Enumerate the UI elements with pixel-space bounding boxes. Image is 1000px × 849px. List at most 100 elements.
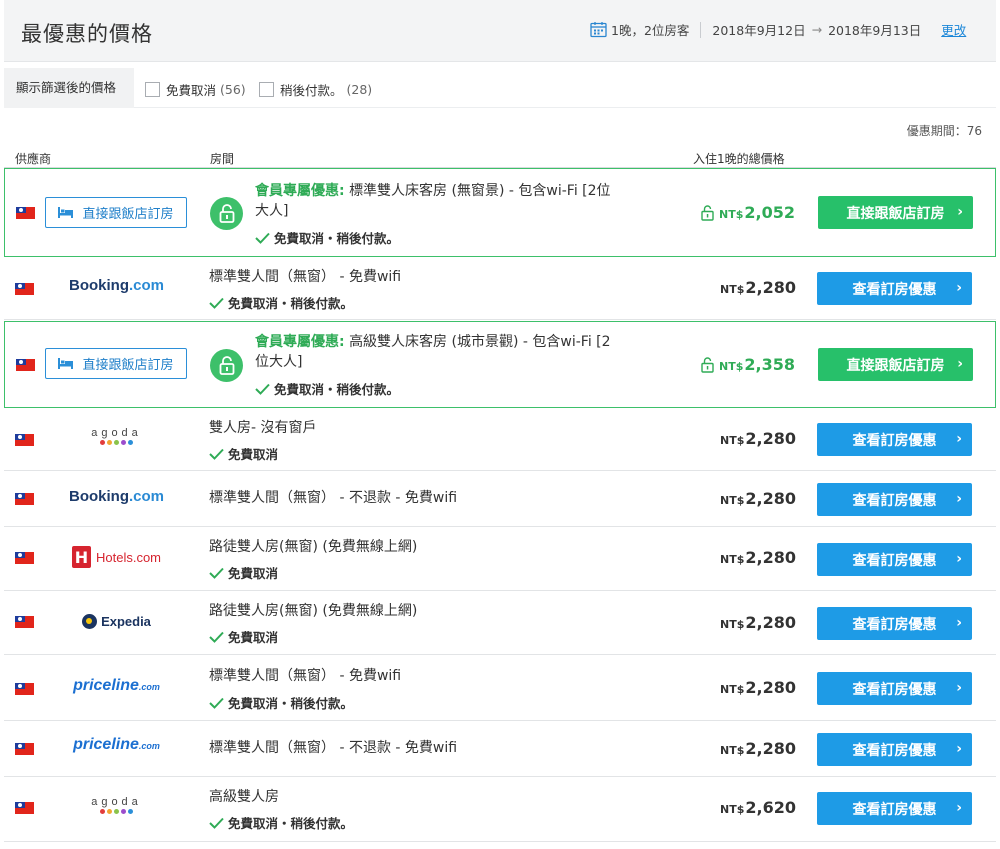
offer-price: NT$ 2,280 [720,678,796,697]
offer-row: Booking.com 標準雙人間（無窗） - 不退款 - 免費wifi NT$… [4,472,996,527]
offer-row: agoda 高級雙人房 免費取消・稍後付款。 NT$ 2,620 查看訂房優惠 › [4,778,996,842]
room-description: 路徒雙人房(無窗) (免費無線上網) [209,603,418,619]
view-deal-button[interactable]: 查看訂房優惠 › [817,272,972,305]
deal-period-note: 優惠期間：76 [906,124,982,138]
offer-row-featured: 直接跟飯店訂房 會員專屬優惠: 標準雙人床客房 (無窗景) - 包含wi-Fi … [4,168,996,257]
offer-row-featured: 直接跟飯店訂房 會員專屬優惠: 高級雙人床客房 (城市景觀) - 包含wi-Fi… [4,321,996,408]
column-header-provider: 供應商 [15,152,52,166]
offer-row: H Hotels.com 路徒雙人房(無窗) (免費無線上網) 免費取消 NT$ 2… [4,528,996,591]
room-description: 高級雙人房 [209,789,279,805]
room-perks: 免費取消 [209,444,278,463]
offer-row: agoda 雙人房- 沒有窗戶 免費取消 NT$ 2,280 查看訂房優惠 › [4,409,996,471]
member-deal-label: 會員專屬優惠: [255,183,345,199]
room-description: 會員專屬優惠: 高級雙人床客房 (城市景觀) - 包含wi-Fi [2 位大人] [255,334,611,370]
column-header-room: 房間 [210,152,235,166]
offer-row: Booking.com 標準雙人間（無窗） - 免費wifi 免費取消・稍後付款… [4,258,996,320]
view-deal-button[interactable]: 查看訂房優惠 › [817,733,972,766]
taiwan-flag-icon [16,207,35,219]
offer-row: Expedia 路徒雙人房(無窗) (免費無線上網) 免費取消 NT$ 2,280… [4,592,996,655]
book-direct-button[interactable]: 直接跟飯店訂房 › [818,196,973,229]
filter-label: 顯示篩選後的價格 [4,68,134,108]
free-cancel-checkbox[interactable] [145,82,160,97]
view-deal-button[interactable]: 查看訂房優惠 › [817,672,972,705]
bed-icon [58,358,74,369]
checkin-date: 2018年9月12日 [712,23,806,38]
free-cancel-count: (56) [220,82,246,97]
change-dates-link[interactable]: 更改 [941,20,966,39]
offer-row: priceline.com 標準雙人間（無窗） - 免費wifi 免費取消・稍後… [4,656,996,721]
booking-logo: Booking.com [68,277,164,294]
offer-price: NT$ 2,358 [701,355,795,374]
room-perks: 免費取消・稍後付款。 [255,228,399,247]
results-header: 最優惠的價格 1晚，2位房客 2018年9月12日 → 2018年9月13日 更… [4,0,996,62]
view-deal-button[interactable]: 查看訂房優惠 › [817,483,972,516]
pay-later-count: (28) [346,82,373,97]
unlock-icon [701,204,714,221]
page-title: 最優惠的價格 [21,22,153,46]
room-perks: 免費取消・稍後付款。 [209,693,353,712]
room-description: 路徒雙人房(無窗) (免費無線上網) [209,539,418,555]
taiwan-flag-icon [15,616,34,628]
filter-pay-later[interactable]: 稍後付款。 (28) [259,80,372,99]
chevron-right-icon: › [956,280,962,296]
offer-price: NT$ 2,280 [720,613,796,632]
room-perks: 免費取消・稍後付款。 [209,813,353,832]
checkmark-icon [209,817,224,829]
offer-price: NT$ 2,280 [720,278,796,297]
view-deal-button[interactable]: 查看訂房優惠 › [817,423,972,456]
stay-summary: 1晚，2位房客 2018年9月12日 → 2018年9月13日 更改 [590,20,966,39]
chevron-right-icon: › [956,680,962,696]
taiwan-flag-icon [15,743,34,755]
direct-booking-provider-button[interactable]: 直接跟飯店訂房 [45,348,187,379]
room-description: 雙人房- 沒有窗戶 [209,420,317,436]
offer-price: NT$ 2,620 [720,798,796,817]
pay-later-checkbox[interactable] [259,82,274,97]
priceline-logo: priceline.com [73,677,160,694]
taiwan-flag-icon [15,802,34,814]
unlock-icon [701,356,714,373]
checkout-date: 2018年9月13日 [828,23,922,38]
unlock-icon [210,349,243,382]
checkmark-icon [209,697,224,709]
chevron-right-icon: › [956,800,962,816]
bed-icon [58,207,74,218]
room-perks: 免費取消・稍後付款。 [209,293,353,312]
member-deal-label: 會員專屬優惠: [255,334,345,350]
room-description: 標準雙人間（無窗） - 不退款 - 免費wifi [209,740,458,756]
filter-bar: 顯示篩選後的價格 免費取消 (56) 稍後付款。 (28) [4,68,996,108]
checkmark-icon [209,448,224,460]
chevron-right-icon: › [956,741,962,757]
checkmark-icon [255,232,270,244]
column-header-price: 入住1晚的總價格 [693,152,785,166]
offer-price: NT$ 2,280 [720,548,796,567]
view-deal-button[interactable]: 查看訂房優惠 › [817,607,972,640]
chevron-right-icon: › [956,551,962,567]
taiwan-flag-icon [15,493,34,505]
offer-price: NT$ 2,280 [720,489,796,508]
free-cancel-label: 免費取消 [166,83,217,98]
taiwan-flag-icon [15,683,34,695]
direct-booking-provider-button[interactable]: 直接跟飯店訂房 [45,197,187,228]
taiwan-flag-icon [15,434,34,446]
room-perks: 免費取消 [209,627,278,646]
view-deal-button[interactable]: 查看訂房優惠 › [817,792,972,825]
room-description: 標準雙人間（無窗） - 免費wifi [209,269,402,285]
offer-price: NT$ 2,052 [701,203,795,222]
offer-price: NT$ 2,280 [720,739,796,758]
offer-price: NT$ 2,280 [720,429,796,448]
checkmark-icon [209,631,224,643]
checkmark-icon [255,383,270,395]
view-deal-button[interactable]: 查看訂房優惠 › [817,543,972,576]
divider [700,21,702,38]
agoda-logo: agoda [59,796,174,814]
filter-free-cancel[interactable]: 免費取消 (56) [145,80,246,99]
taiwan-flag-icon [15,283,34,295]
taiwan-flag-icon [16,359,35,371]
expedia-logo: Expedia [59,614,174,629]
hotels-com-logo: H Hotels.com [59,546,174,568]
taiwan-flag-icon [15,552,34,564]
pay-later-label: 稍後付款。 [280,83,343,98]
stay-guests: 1晚，2位房客 [611,23,690,38]
room-description: 會員專屬優惠: 標準雙人床客房 (無窗景) - 包含wi-Fi [2位 大人] [255,183,611,219]
book-direct-button[interactable]: 直接跟飯店訂房 › [818,348,973,381]
